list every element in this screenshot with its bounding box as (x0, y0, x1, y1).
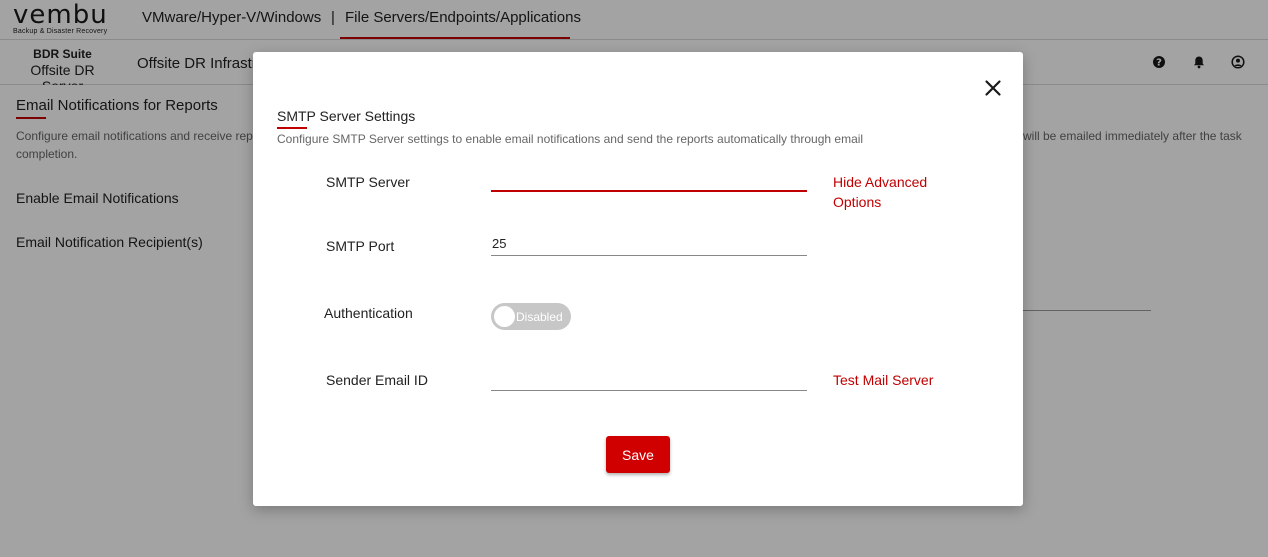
close-icon[interactable] (983, 78, 1003, 98)
toggle-state-text: Disabled (516, 310, 563, 324)
toggle-knob (494, 306, 515, 327)
dialog-description: Configure SMTP Server settings to enable… (277, 132, 864, 146)
dialog-title: SMTP Server Settings (277, 108, 416, 124)
test-mail-server-link[interactable]: Test Mail Server (833, 372, 933, 388)
smtp-settings-dialog: SMTP Server Settings Configure SMTP Serv… (253, 52, 1023, 506)
smtp-server-input[interactable] (491, 168, 807, 192)
sender-email-label: Sender Email ID (326, 372, 428, 388)
authentication-label: Authentication (324, 305, 413, 321)
save-button[interactable]: Save (606, 436, 670, 473)
authentication-toggle[interactable]: Disabled (491, 303, 571, 330)
hide-advanced-options-link[interactable]: Hide Advanced Options (833, 172, 953, 212)
sender-email-input[interactable] (491, 367, 807, 391)
dialog-title-underline (277, 127, 307, 129)
smtp-port-label: SMTP Port (326, 238, 395, 254)
smtp-port-input[interactable] (491, 232, 807, 256)
smtp-server-label: SMTP Server (326, 174, 410, 190)
